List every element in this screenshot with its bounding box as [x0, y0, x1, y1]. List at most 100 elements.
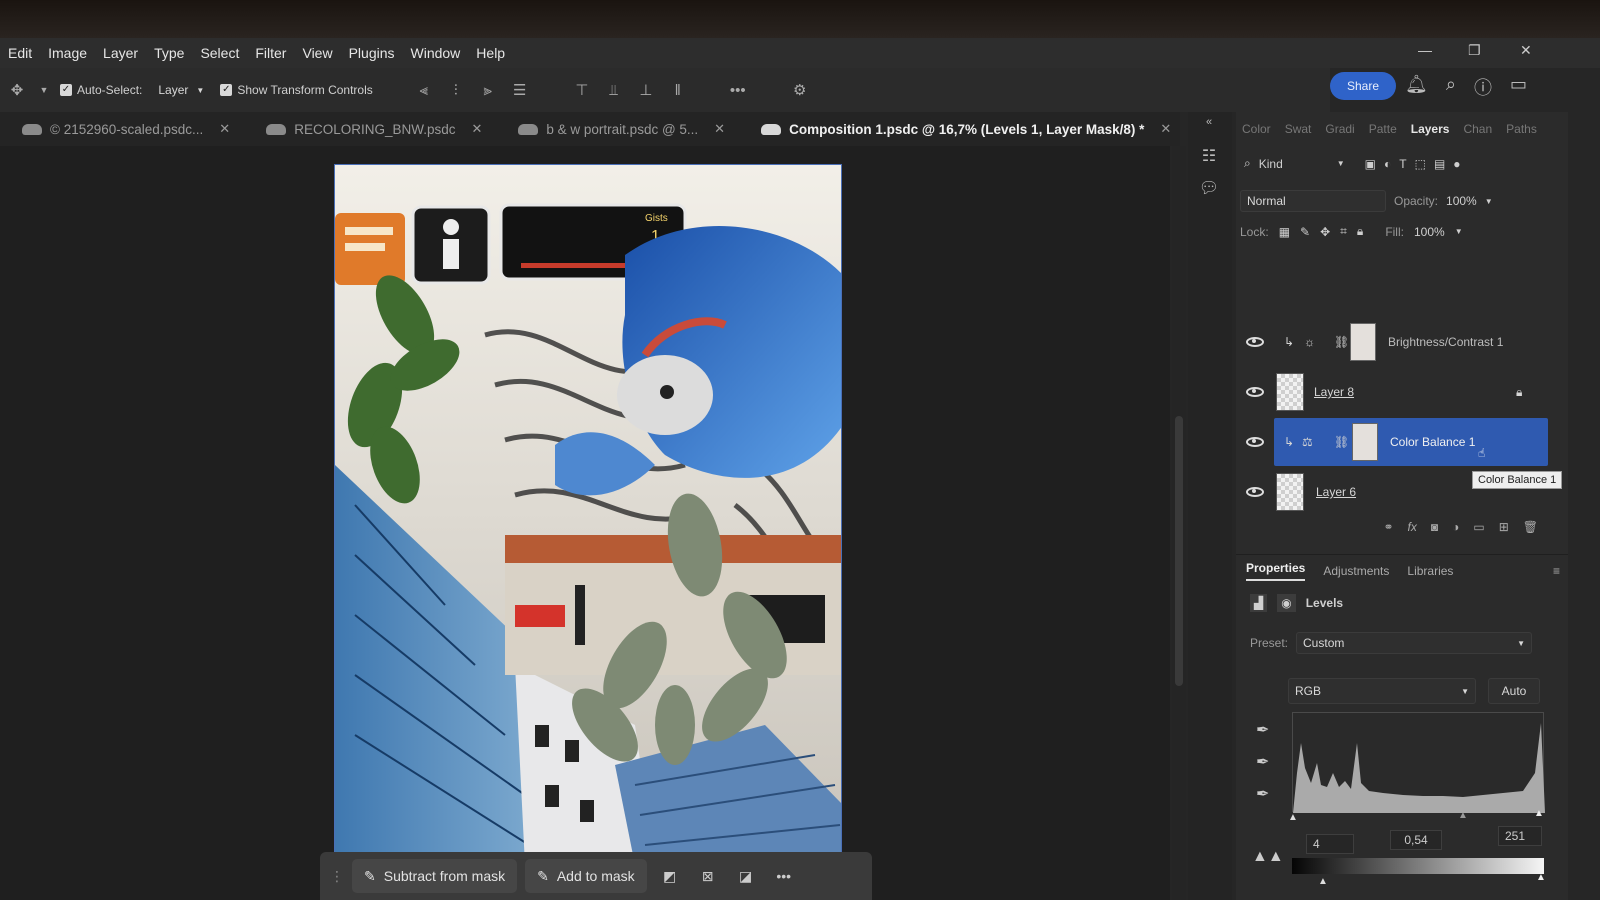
tab-adjustments[interactable]: Adjustments	[1323, 564, 1389, 578]
restore-icon[interactable]: ❐	[1468, 42, 1481, 59]
close-tab-icon[interactable]: ✕	[219, 121, 230, 137]
document-canvas[interactable]: Gists 1	[334, 164, 842, 864]
new-layer-icon[interactable]: ⊞	[1499, 520, 1509, 534]
menu-select[interactable]: Select	[192, 45, 247, 61]
close-window-icon[interactable]: ✕	[1520, 42, 1532, 59]
bell-icon[interactable]: 🔔︎	[1405, 74, 1428, 100]
input-white-slider[interactable]: ▲	[1534, 808, 1544, 819]
tab-recoloring-bnw[interactable]: RECOLORING_BNW.psdc ✕	[244, 112, 496, 146]
distribute-vertical-icon[interactable]: ‖	[667, 79, 689, 101]
tab-composition-1[interactable]: Composition 1.psdc @ 16,7% (Levels 1, La…	[739, 112, 1185, 146]
visibility-eye-icon[interactable]	[1246, 387, 1264, 397]
close-tab-icon[interactable]: ✕	[1160, 121, 1171, 137]
mask-properties-icon[interactable]: ◉	[1277, 594, 1296, 612]
auto-select-target-dropdown[interactable]: Layer ▼	[152, 79, 210, 101]
tab-gradients[interactable]: Gradi	[1325, 122, 1354, 136]
filter-kind-dropdown[interactable]: Kind	[1259, 157, 1329, 171]
filter-shape-icon[interactable]: ⬚	[1415, 157, 1426, 171]
filter-adjustment-icon[interactable]: ◐	[1384, 157, 1391, 171]
menu-window[interactable]: Window	[403, 45, 469, 61]
layer-brightness-contrast-1[interactable]: ↳ ☼ ⛓ Brightness/Contrast 1	[1236, 318, 1552, 366]
input-gamma-field[interactable]: 0,54	[1390, 830, 1442, 850]
chevron-down-icon[interactable]: ▼	[1455, 227, 1463, 236]
align-top-icon[interactable]: ⊤	[571, 79, 593, 101]
link-layers-icon[interactable]: ⚭	[1383, 520, 1393, 534]
tab-bw-portrait[interactable]: b & w portrait.psdc @ 5... ✕	[496, 112, 739, 146]
auto-levels-icon[interactable]: ▲▲	[1252, 848, 1284, 866]
menu-view[interactable]: View	[294, 45, 340, 61]
delete-mask-icon[interactable]: ◪	[731, 861, 761, 891]
align-left-icon[interactable]: ⫷	[413, 79, 435, 101]
align-right-icon[interactable]: ⫸	[477, 79, 499, 101]
auto-button[interactable]: Auto	[1488, 678, 1540, 704]
black-eyedropper-icon[interactable]: ✒	[1256, 720, 1269, 740]
lock-transparency-icon[interactable]: ▦	[1279, 225, 1290, 239]
history-icon[interactable]: ☷	[1198, 146, 1220, 168]
fill-value[interactable]: 100%	[1414, 225, 1445, 239]
tab-channels[interactable]: Chan	[1463, 122, 1492, 136]
subtract-from-mask-button[interactable]: ✎ Subtract from mask	[352, 859, 518, 893]
invert-mask-icon[interactable]: ◩	[655, 861, 685, 891]
panel-menu-icon[interactable]: ≡	[1553, 564, 1560, 578]
menu-layer[interactable]: Layer	[95, 45, 146, 61]
comments-icon[interactable]: 💬︎	[1198, 178, 1220, 200]
tab-properties[interactable]: Properties	[1246, 561, 1306, 581]
lock-artboard-icon[interactable]: ⌗	[1340, 224, 1347, 239]
workspace-icon[interactable]: ▭	[1510, 74, 1527, 100]
input-black-slider[interactable]: ▲	[1288, 812, 1298, 823]
lock-pixels-icon[interactable]: ✎	[1300, 225, 1310, 239]
align-center-icon[interactable]: ⫶	[445, 79, 467, 101]
collapse-icon[interactable]: «	[1198, 116, 1220, 138]
opacity-value[interactable]: 100%	[1446, 194, 1477, 208]
distribute-icon[interactable]: ☰	[509, 79, 531, 101]
more-options-icon[interactable]: •••	[769, 861, 799, 891]
tab-2152960-scaled[interactable]: © 2152960-scaled.psdc... ✕	[0, 112, 244, 146]
fx-icon[interactable]: fx	[1408, 520, 1417, 534]
gear-icon[interactable]: ⚙	[789, 79, 811, 101]
add-mask-icon[interactable]: ◙	[1431, 520, 1438, 534]
output-black-slider[interactable]: ▲	[1318, 876, 1328, 887]
show-transform-checkbox[interactable]: ✓ Show Transform Controls	[220, 83, 373, 97]
blend-mode-dropdown[interactable]: Normal	[1240, 190, 1386, 212]
menu-edit[interactable]: Edit	[0, 45, 40, 61]
close-tab-icon[interactable]: ✕	[714, 121, 725, 137]
new-group-icon[interactable]: ▭	[1473, 520, 1484, 534]
tab-layers[interactable]: Layers	[1411, 122, 1450, 136]
search-icon[interactable]: ⌕	[1446, 74, 1456, 100]
visibility-eye-icon[interactable]	[1246, 337, 1264, 347]
trash-icon[interactable]: 🗑︎	[1523, 520, 1538, 534]
menu-type[interactable]: Type	[146, 45, 192, 61]
white-eyedropper-icon[interactable]: ✒	[1256, 784, 1269, 804]
filter-pixel-icon[interactable]: ▣	[1365, 157, 1376, 171]
gray-eyedropper-icon[interactable]: ✒	[1256, 752, 1269, 772]
chevron-down-icon[interactable]: ▼	[38, 79, 50, 101]
add-to-mask-button[interactable]: ✎ Add to mask	[525, 859, 647, 893]
menu-plugins[interactable]: Plugins	[341, 45, 403, 61]
tab-patterns[interactable]: Patte	[1369, 122, 1397, 136]
filter-smartobject-icon[interactable]: ▤	[1434, 157, 1445, 171]
canvas-vertical-scrollbar[interactable]	[1172, 146, 1186, 900]
align-middle-icon[interactable]: ⫫	[603, 79, 625, 101]
mask-options-icon[interactable]: ⊠	[693, 861, 723, 891]
menu-help[interactable]: Help	[468, 45, 513, 61]
filter-toggle-icon[interactable]: ●	[1453, 157, 1460, 171]
align-bottom-icon[interactable]: ⊥	[635, 79, 657, 101]
tab-color[interactable]: Color	[1242, 122, 1271, 136]
canvas-area[interactable]: Gists 1	[0, 146, 1170, 900]
input-gamma-slider[interactable]: ▲	[1458, 810, 1468, 821]
visibility-eye-icon[interactable]	[1246, 487, 1264, 497]
scrollbar-thumb[interactable]	[1175, 416, 1183, 686]
channel-dropdown[interactable]: RGB ▼	[1288, 678, 1476, 704]
move-tool-icon[interactable]: ✥	[6, 79, 28, 101]
layer-color-balance-1[interactable]: ↳ ⚖ ⛓ Color Balance 1 ☝	[1274, 418, 1548, 466]
chevron-down-icon[interactable]: ▼	[1485, 197, 1493, 206]
visibility-eye-icon[interactable]	[1246, 437, 1264, 447]
lock-all-icon[interactable]: 🔒︎	[1357, 224, 1363, 239]
layer-mask-thumbnail[interactable]	[1352, 423, 1378, 461]
drag-handle-icon[interactable]: ⋮	[330, 868, 344, 885]
lock-position-icon[interactable]: ✥	[1320, 225, 1330, 239]
tab-paths[interactable]: Paths	[1506, 122, 1537, 136]
help-icon[interactable]: ⓘ	[1474, 74, 1492, 100]
input-white-field[interactable]: 251	[1498, 826, 1542, 846]
close-tab-icon[interactable]: ✕	[472, 121, 483, 137]
